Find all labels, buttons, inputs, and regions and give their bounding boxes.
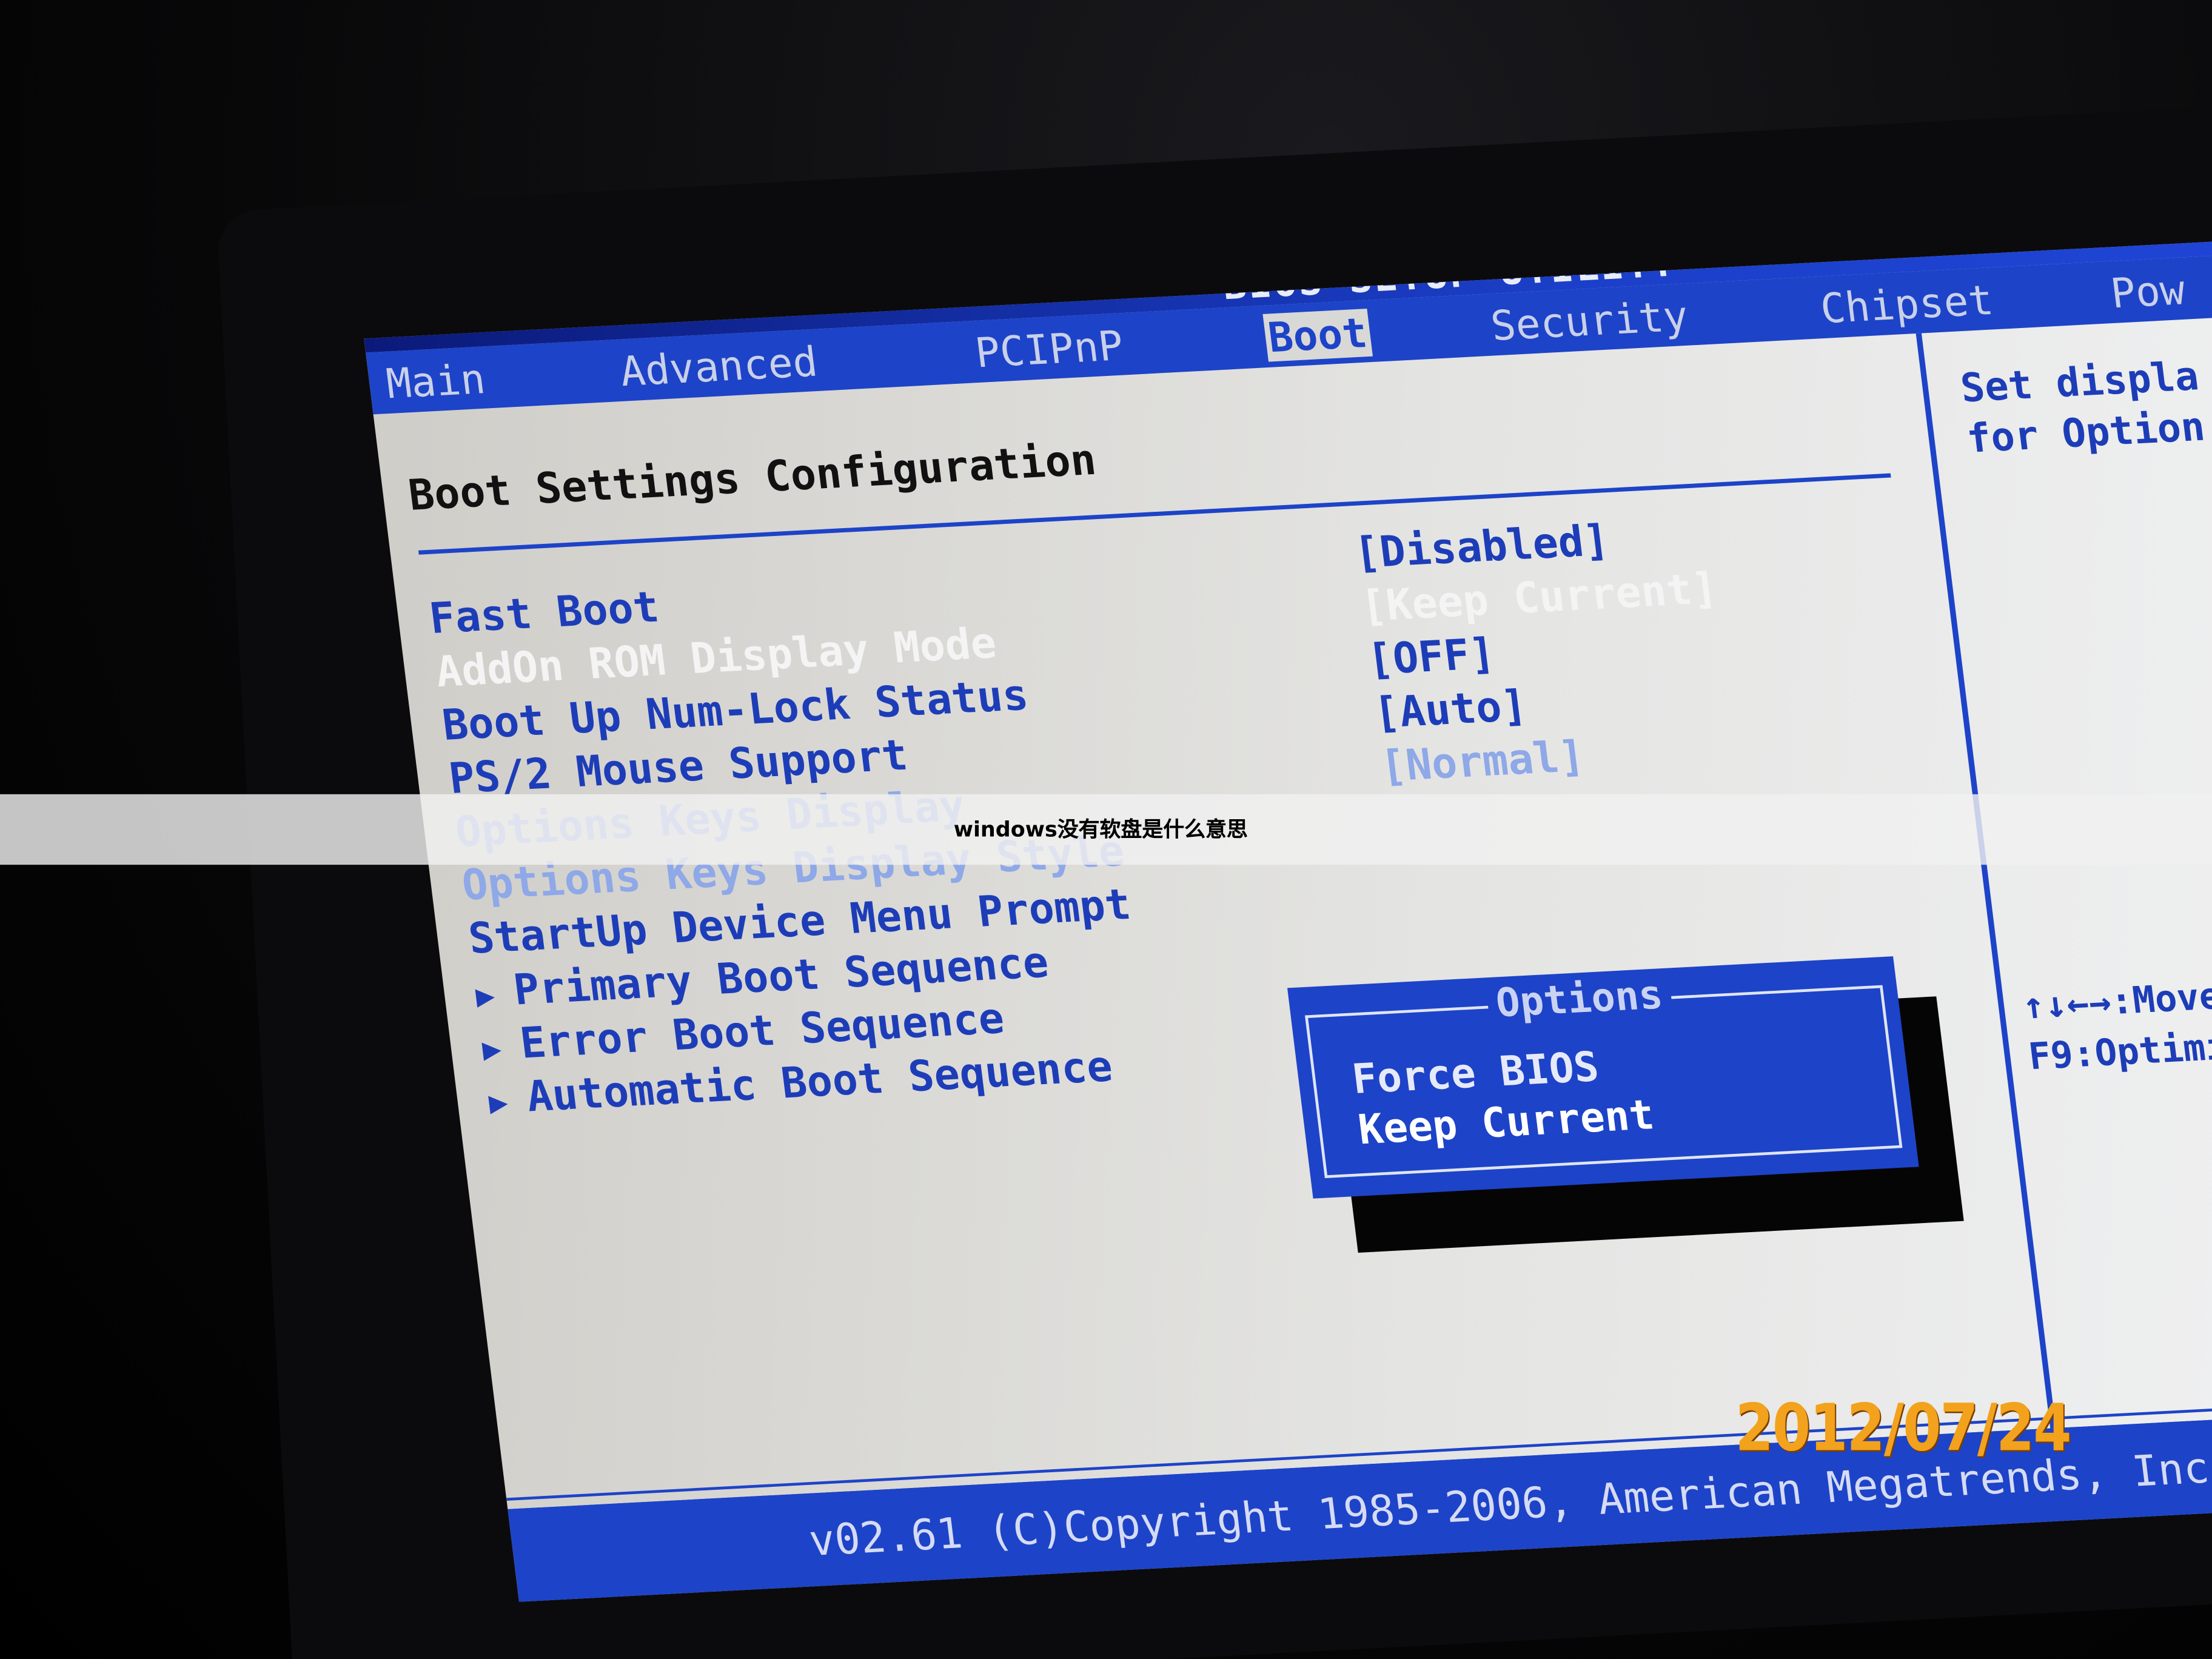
help-line: for Option (1964, 403, 2208, 463)
tab-main[interactable]: Main (384, 355, 488, 407)
value-options-keys-display[interactable]: [Normal] (1378, 732, 1587, 793)
tab-chipset[interactable]: Chipset (1818, 276, 1996, 333)
triangle-right-icon: ▶ (480, 1032, 504, 1068)
setting-fast-boot[interactable]: Fast Boot (427, 583, 662, 645)
help-line: Set displa (1958, 352, 2202, 412)
popup-title: Options (1484, 971, 1674, 1027)
tab-power[interactable]: Pow (2108, 266, 2187, 318)
value-fast-boot[interactable]: [Disabled] (1352, 517, 1612, 579)
triangle-right-icon: ▶ (474, 979, 497, 1015)
key-hint-optimize: F9:Optimize (2026, 1024, 2212, 1079)
tab-pcipnp[interactable]: PCIPnP (973, 321, 1126, 377)
photo: BIOS SETUP UTILITY Main Advanced PCIPnP … (0, 0, 2212, 1659)
caption-banner: windows没有软盘是什么意思 (0, 794, 2212, 865)
section-heading: Boot Settings Configuration (406, 436, 1099, 521)
tab-boot[interactable]: Boot (1262, 308, 1373, 362)
settings-panel: Boot Settings Configuration Fast Boot [D… (374, 334, 2043, 1509)
key-hint-move: ↑↓←→:Move (2020, 976, 2212, 1029)
value-ps2-mouse-support[interactable]: [Auto] (1371, 682, 1530, 739)
photo-date-stamp: 2012/07/24 (1735, 1389, 2072, 1466)
options-popup: Options Force BIOS Keep Current (1287, 956, 1919, 1199)
value-num-lock-status[interactable]: [OFF] (1365, 630, 1498, 686)
tab-advanced[interactable]: Advanced (617, 338, 820, 396)
caption-text: windows没有软盘是什么意思 (953, 817, 1248, 842)
tab-security[interactable]: Security (1488, 292, 1691, 350)
triangle-right-icon: ▶ (487, 1085, 511, 1122)
